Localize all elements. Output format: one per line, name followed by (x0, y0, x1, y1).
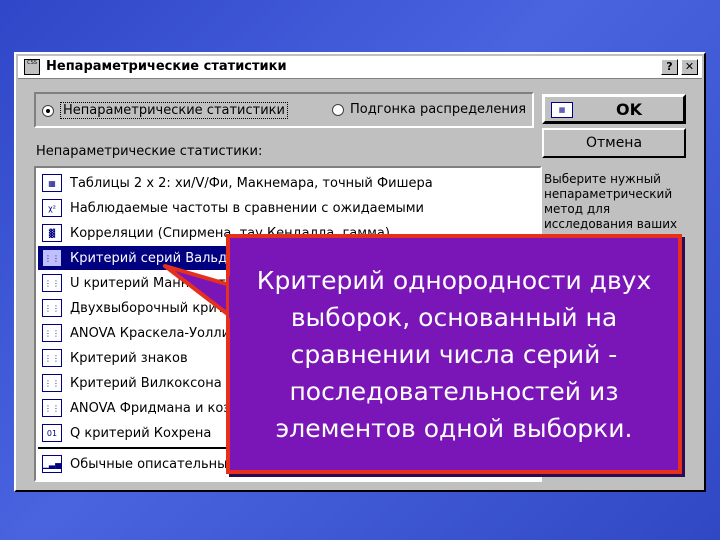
list-item[interactable]: ▦ Таблицы 2 x 2: хи/V/Фи, Макнемара, точ… (38, 171, 538, 195)
radio-label-nonparametric: Непараметрические статистики (60, 102, 288, 119)
list-item-label: Критерий Вилкоксона (70, 375, 222, 391)
help-button[interactable]: ? (661, 59, 678, 75)
list-item-label: U критерий Манна-Уитни (70, 275, 243, 291)
title-bar[interactable]: CSS Непараметрические статистики ? ✕ (18, 56, 702, 79)
close-button[interactable]: ✕ (681, 59, 698, 75)
list-item[interactable]: χ² Наблюдаемые частоты в сравнении с ожи… (38, 196, 538, 220)
list-item-label: Q критерий Кохрена (70, 425, 212, 441)
help-text: Выберите нужный непараметрический метод … (544, 172, 678, 231)
runs-icon: ⋮⋮ (42, 349, 62, 367)
cancel-button[interactable]: Отмена (542, 128, 686, 158)
runs-icon: ⋮⋮ (42, 299, 62, 317)
system-menu-icon[interactable]: CSS (24, 59, 40, 75)
radio-label-distribution: Подгонка распределения (350, 102, 527, 117)
runs-icon: ⋮⋮ (42, 324, 62, 342)
grid-icon: ▓ (42, 224, 62, 242)
radio-selected-icon[interactable] (42, 104, 54, 117)
list-item-label: Критерий знаков (70, 350, 188, 366)
radio-nonparametric[interactable]: Непараметрические статистики (42, 102, 288, 119)
runs-icon: ⋮⋮ (42, 249, 62, 267)
chi-icon: χ² (42, 199, 62, 217)
runs-icon: ⋮⋮ (42, 399, 62, 417)
callout-text: Критерий однородности двух выборок, осно… (256, 265, 652, 443)
runs-icon: ⋮⋮ (42, 274, 62, 292)
callout-box: Критерий однородности двух выборок, осно… (226, 234, 682, 474)
chart-icon: ▁▃▅ (42, 455, 62, 473)
binary-icon: 01 (42, 424, 62, 442)
radio-unselected-icon[interactable] (332, 103, 344, 116)
ok-button-label: OK (616, 100, 642, 119)
ok-button[interactable]: ▦ OK (542, 94, 686, 124)
runs-icon: ⋮⋮ (42, 374, 62, 392)
radio-distribution-fitting[interactable]: Подгонка распределения (332, 102, 526, 117)
table-icon: ▦ (42, 174, 62, 192)
mode-selector: Непараметрические статистики Подгонка ра… (34, 92, 534, 128)
cancel-button-label: Отмена (585, 135, 643, 151)
table-icon: ▦ (551, 102, 573, 118)
section-label: Непараметрические статистики: (36, 144, 263, 159)
window-title: Непараметрические статистики (46, 59, 287, 74)
list-item-label: Таблицы 2 x 2: хи/V/Фи, Макнемара, точны… (70, 175, 433, 191)
list-item-label: Наблюдаемые частоты в сравнении с ожидае… (70, 200, 424, 216)
